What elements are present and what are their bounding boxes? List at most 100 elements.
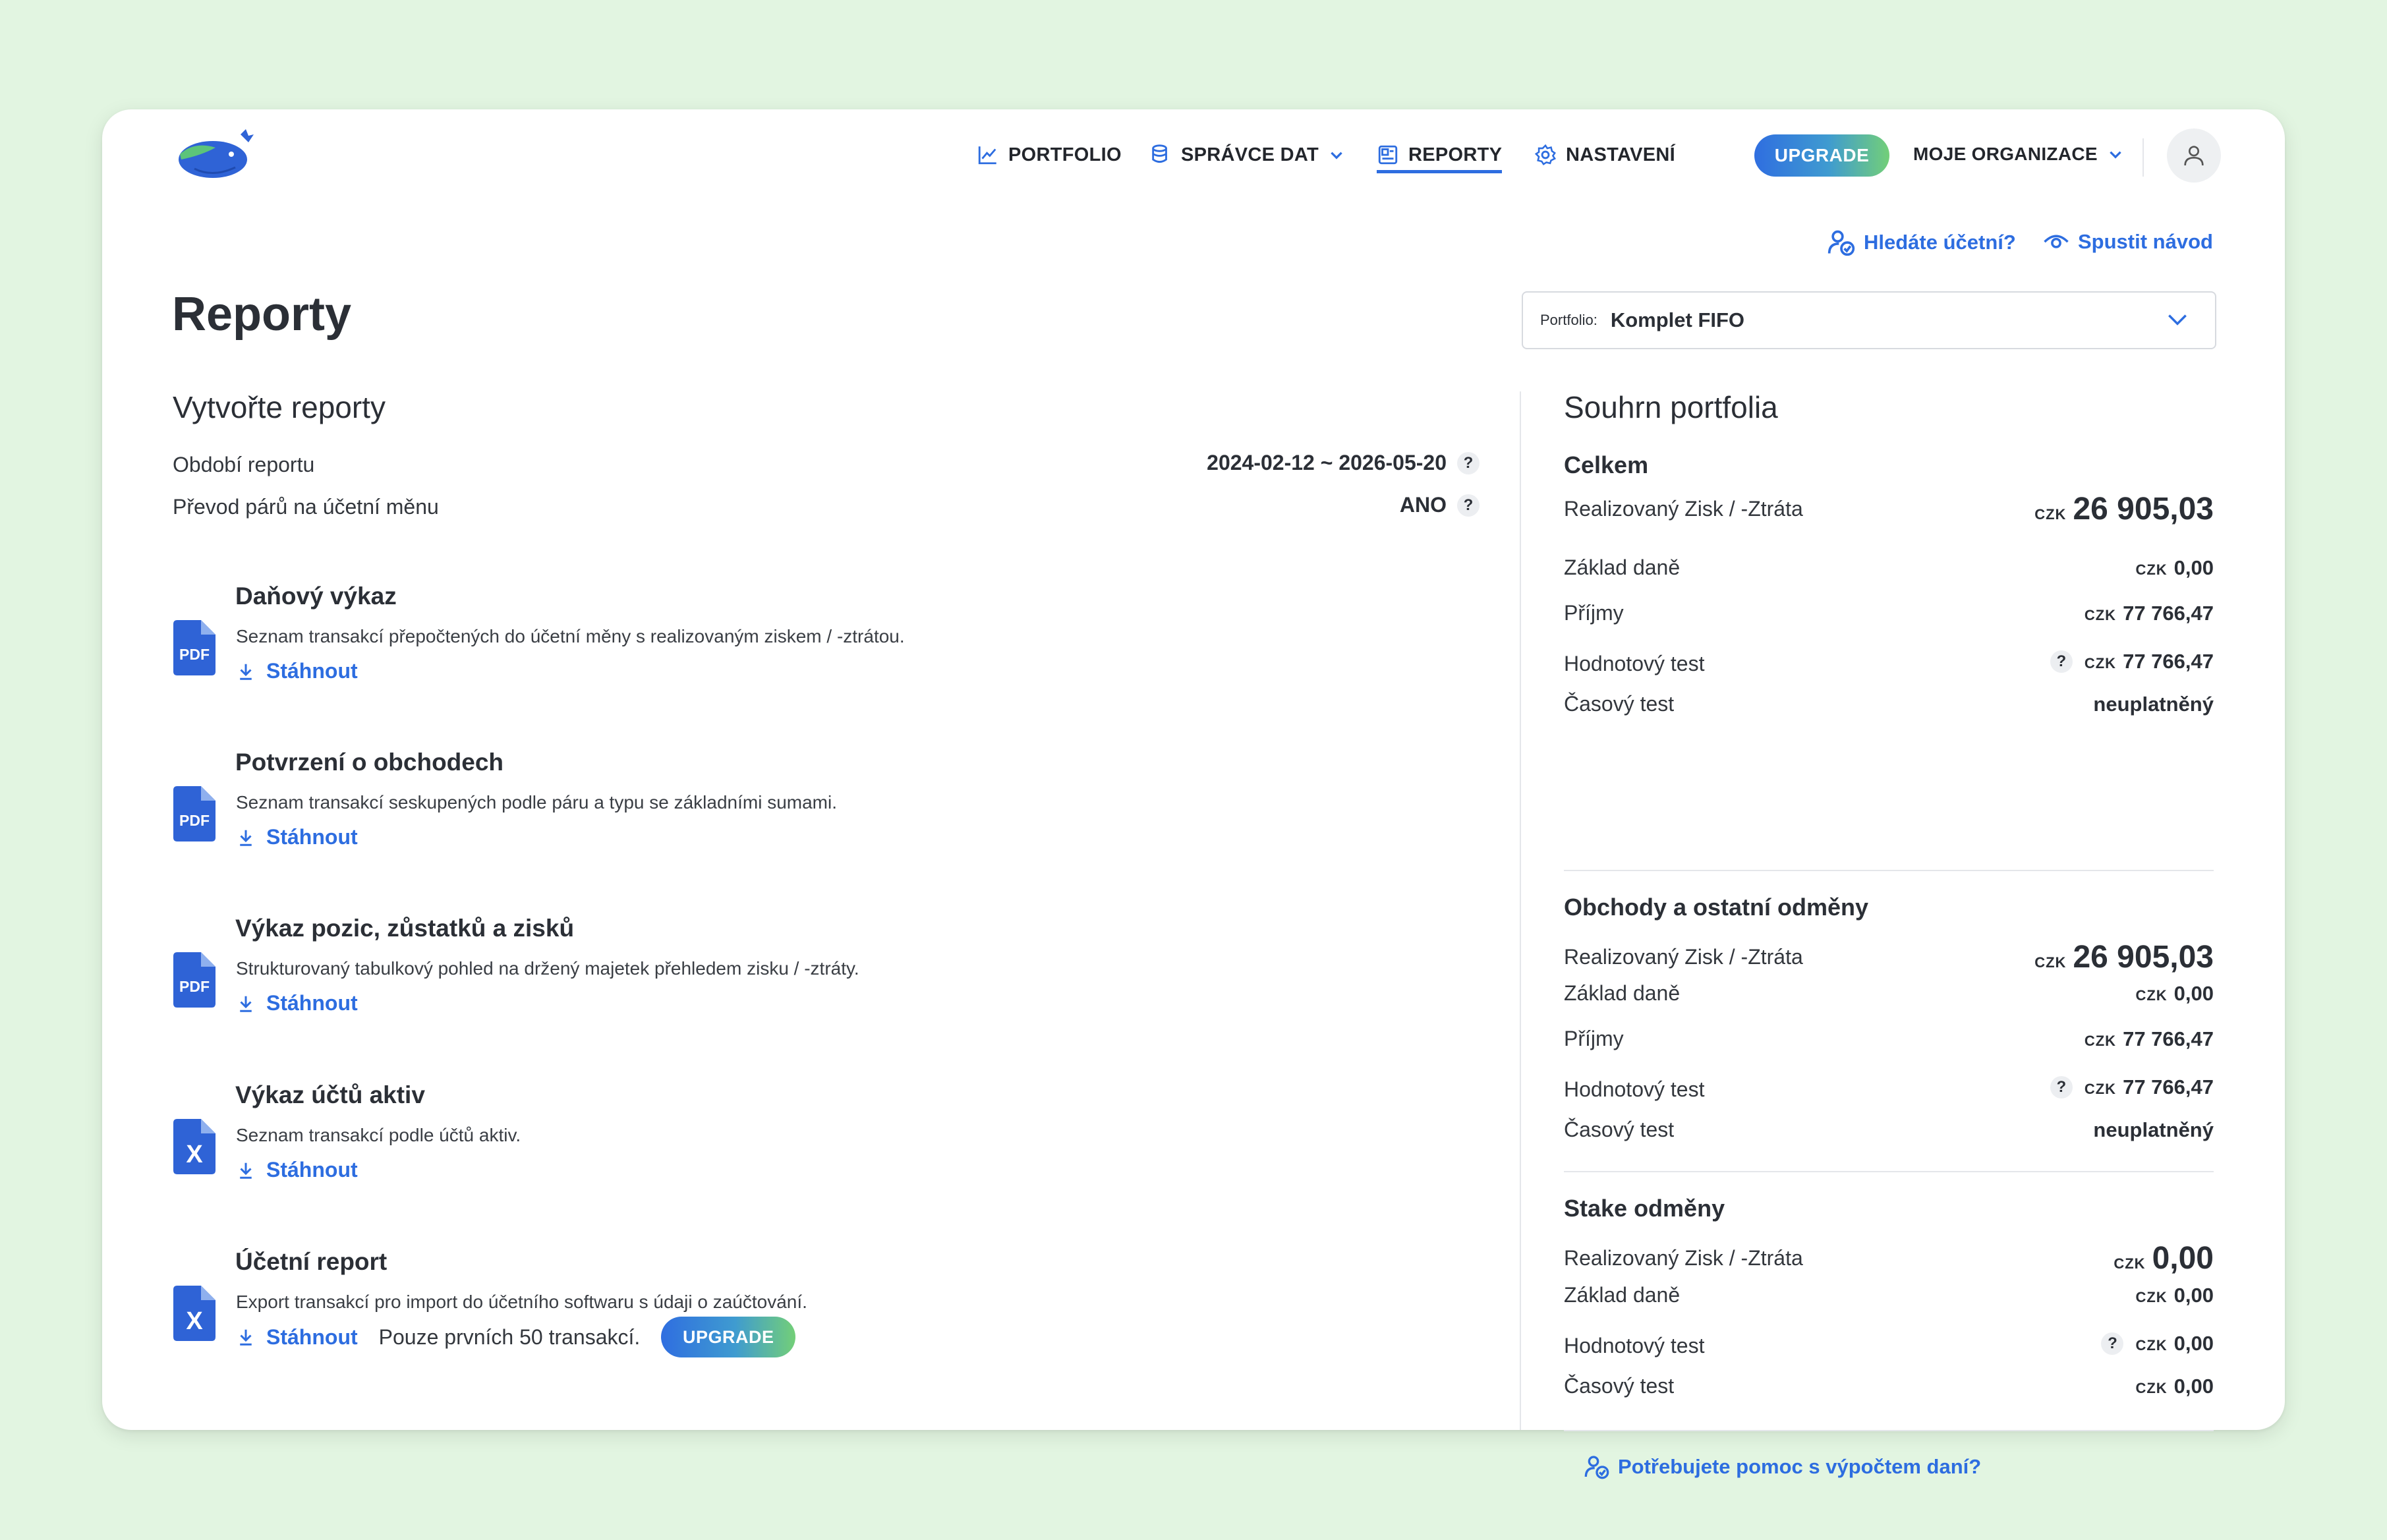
download-link[interactable]: Stáhnout (236, 1325, 358, 1350)
eye-icon (2044, 235, 2069, 248)
chevron-down-icon (2168, 314, 2187, 326)
summary-row-income: Příjmy CZK 77 766,47 (1564, 601, 2214, 625)
help-icon[interactable]: ? (2050, 650, 2073, 673)
section-divider (1564, 1171, 2214, 1172)
report-description: Seznam transakcí seskupených podle páru … (236, 792, 838, 813)
summary-row-tax-base: Základ daně CZK 0,00 (1564, 1283, 2214, 1307)
summary-value: 0,00 (2173, 556, 2214, 579)
chevron-down-icon (1331, 152, 1342, 159)
download-label: Stáhnout (266, 659, 358, 683)
tax-help-link[interactable]: Potřebujete pomoc s výpočtem daní? (1584, 1454, 1981, 1480)
currency-label: CZK (2135, 986, 2168, 1004)
help-icon[interactable]: ? (2101, 1332, 2124, 1355)
summary-row-tax-base: Základ daně CZK 0,00 (1564, 981, 2214, 1006)
summary-row-income: Příjmy CZK 77 766,47 (1564, 1027, 2214, 1051)
period-value: 2024-02-12 ~ 2026-05-20 (1207, 451, 1447, 474)
download-label: Stáhnout (266, 1325, 358, 1349)
section-divider (1564, 870, 2214, 871)
avatar[interactable] (2167, 128, 2221, 183)
find-accountant-link[interactable]: Hledáte účetní? (1827, 228, 2016, 257)
download-link[interactable]: Stáhnout (236, 991, 358, 1015)
currency-label: CZK (2135, 1288, 2168, 1305)
currency-label: CZK (2135, 1379, 2168, 1396)
summary-label: Hodnotový test (1564, 1077, 1705, 1101)
svg-text:PDF: PDF (179, 978, 210, 995)
report-title: Účetní report (235, 1248, 388, 1275)
organization-dropdown[interactable]: MOJE ORGANIZACE (1913, 144, 2124, 165)
download-link[interactable]: Stáhnout (236, 825, 358, 849)
summary-row-tax-base: Základ daně CZK 0,00 (1564, 556, 2214, 580)
report-description: Seznam transakcí podle účtů aktiv. (236, 1125, 521, 1145)
database-icon (1152, 144, 1167, 163)
currency-label: CZK (2034, 505, 2067, 523)
download-icon (240, 1329, 252, 1346)
summary-label: Základ daně (1564, 556, 1681, 579)
user-check-icon (1827, 230, 1855, 256)
report-title: Výkaz účtů aktiv (235, 1081, 425, 1108)
portfolio-summary: Souhrn portfolia Celkem Realizovaný Zisk… (1564, 389, 2214, 1479)
summary-value: neuplatněný (2093, 692, 2214, 716)
nav-reports-label: REPORTY (1408, 144, 1503, 165)
summary-label: Základ daně (1564, 1283, 1681, 1307)
nav-reports[interactable]: REPORTY (1377, 144, 1503, 173)
download-link[interactable]: Stáhnout (236, 659, 358, 683)
help-icon[interactable]: ? (1457, 494, 1480, 517)
pdf-file-icon: PDF (173, 620, 216, 675)
summary-row-value-test: Hodnotový test ? CZK 77 766,47 (1564, 646, 2214, 676)
portfolio-select-value: Komplet FIFO (1610, 308, 1745, 331)
find-accountant-label: Hledáte účetní? (1864, 231, 2016, 254)
report-title: Daňový výkaz (235, 583, 397, 610)
nav-settings-label: NASTAVENÍ (1566, 144, 1675, 165)
currency-label: CZK (2135, 1336, 2168, 1354)
whale-logo-icon[interactable] (175, 125, 254, 185)
start-tutorial-link[interactable]: Spustit návod (2042, 228, 2213, 256)
section-divider (1564, 1430, 2214, 1431)
report-description: Strukturovaný tabulkový pohled na držený… (236, 958, 859, 979)
download-link[interactable]: Stáhnout (236, 1158, 358, 1182)
currency-label: CZK (2084, 606, 2117, 623)
excel-file-icon: X (173, 1286, 216, 1341)
summary-value: 0,00 (2173, 1374, 2214, 1398)
download-label: Stáhnout (266, 825, 358, 849)
help-icon[interactable]: ? (1457, 451, 1480, 474)
download-icon (240, 664, 252, 680)
help-icon[interactable]: ? (2050, 1075, 2073, 1098)
summary-value: 77 766,47 (2123, 1075, 2214, 1098)
report-title: Potvrzení o obchodech (235, 749, 504, 776)
summary-label: Časový test (1564, 692, 1675, 716)
period-value-row: 2024-02-12 ~ 2026-05-20 ? (1207, 451, 1480, 475)
summary-label: Příjmy (1564, 601, 1624, 625)
download-icon (240, 830, 252, 846)
upgrade-button[interactable]: UPGRADE (661, 1317, 796, 1357)
summary-label: Hodnotový test (1564, 1334, 1705, 1357)
svg-text:PDF: PDF (179, 646, 210, 663)
summary-value: 0,00 (2173, 1331, 2214, 1355)
period-label: Období reportu (173, 453, 315, 476)
portfolio-select-label: Portfolio: (1540, 312, 1597, 328)
line-chart-icon (978, 146, 996, 165)
portfolio-select[interactable]: Portfolio: Komplet FIFO (1522, 291, 2216, 349)
upgrade-button[interactable]: UPGRADE (1754, 134, 1889, 177)
page-title: Reporty (172, 288, 352, 341)
currency-label: CZK (2034, 954, 2067, 971)
summary-value: 26 905,03 (2073, 939, 2214, 975)
excel-file-icon: X (173, 1119, 216, 1174)
svg-text:PDF: PDF (179, 812, 210, 829)
conversion-value-row: ANO ? (1400, 493, 1480, 517)
pdf-file-icon: PDF (173, 952, 216, 1008)
nav-portfolio[interactable]: PORTFOLIO (977, 144, 1122, 166)
tax-help-label: Potřebujete pomoc s výpočtem daní? (1618, 1455, 1982, 1478)
report-title: Výkaz pozic, zůstatků a zisků (235, 915, 575, 942)
create-reports-heading: Vytvořte reporty (173, 390, 386, 424)
summary-row-realized: Realizovaný Zisk / -Ztráta CZK 26 905,03 (1564, 934, 2214, 980)
nav-data-manager-label: SPRÁVCE DAT (1181, 144, 1319, 165)
summary-row-time-test: Časový test neuplatněný (1564, 692, 2214, 716)
summary-row-realized: Realizovaný Zisk / -Ztráta CZK 0,00 (1564, 1235, 2214, 1281)
summary-row-time-test: Časový test CZK 0,00 (1564, 1374, 2214, 1398)
nav-data-manager[interactable]: SPRÁVCE DAT (1149, 144, 1345, 166)
summary-section-title: Stake odměny (1564, 1195, 1725, 1222)
user-icon (2184, 146, 2204, 166)
nav-settings[interactable]: NASTAVENÍ (1534, 144, 1675, 166)
summary-value: 77 766,47 (2123, 649, 2214, 673)
summary-value: 0,00 (2173, 1283, 2214, 1307)
